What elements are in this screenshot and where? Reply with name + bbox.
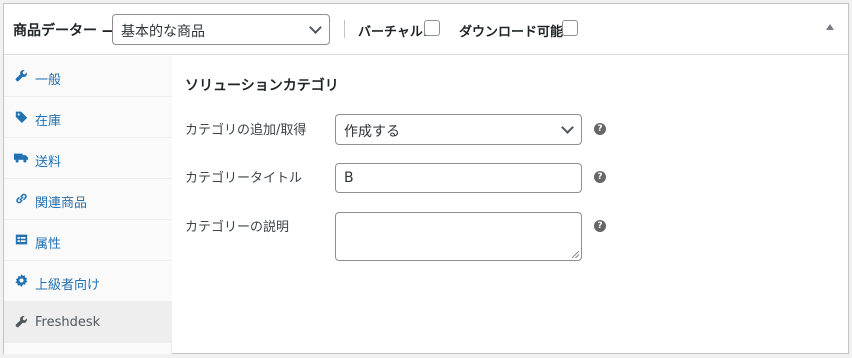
tab-freshdesk[interactable]: Freshdesk <box>4 302 172 343</box>
help-icon[interactable]: ? <box>594 123 606 135</box>
tab-label: 送料 <box>35 155 62 170</box>
tab-shipping[interactable]: 送料 <box>4 138 172 179</box>
panel-title: 商品データー — <box>13 23 116 39</box>
link-icon <box>14 192 28 206</box>
help-icon[interactable]: ? <box>594 171 606 183</box>
virtual-label: バーチャル: <box>358 25 429 40</box>
tab-label: 関連商品 <box>35 196 88 211</box>
truck-icon <box>14 151 28 165</box>
chevron-down-icon <box>561 120 574 134</box>
chevron-down-icon <box>309 20 322 34</box>
category-desc-textarea[interactable] <box>335 212 582 261</box>
virtual-checkbox[interactable] <box>424 20 440 36</box>
section-title: ソリューションカテゴリ <box>185 78 339 94</box>
tab-general[interactable]: 一般 <box>4 56 172 97</box>
tab-label: 一般 <box>35 73 62 88</box>
category-title-input[interactable]: B <box>335 163 582 193</box>
product-data-panel: 商品データー — 基本的な商品 バーチャル: ダウンロード可能: 一般 在庫 送… <box>3 3 849 354</box>
tab-attributes[interactable]: 属性 <box>4 220 172 261</box>
downloadable-label: ダウンロード可能: <box>459 25 569 40</box>
product-data-tabs: 一般 在庫 送料 関連商品 属性 上級者向け Freshdesk <box>4 56 172 354</box>
category-add-select[interactable]: 作成する <box>335 114 582 145</box>
category-desc-label: カテゴリーの説明 <box>185 220 290 235</box>
product-type-value: 基本的な商品 <box>121 24 205 40</box>
tab-label: 上級者向け <box>35 278 101 293</box>
header-divider <box>344 20 345 38</box>
wrench-icon <box>14 315 28 329</box>
wrench-icon <box>14 69 28 83</box>
tag-icon <box>14 110 28 124</box>
category-add-value: 作成する <box>344 124 400 140</box>
tab-inventory[interactable]: 在庫 <box>4 97 172 138</box>
tab-label: 在庫 <box>35 114 62 129</box>
panel-header: 商品データー — 基本的な商品 バーチャル: ダウンロード可能: <box>4 4 848 55</box>
downloadable-checkbox[interactable] <box>562 20 578 36</box>
tab-advanced[interactable]: 上級者向け <box>4 261 172 302</box>
product-type-select[interactable]: 基本的な商品 <box>112 14 330 45</box>
category-title-value: B <box>344 170 354 186</box>
collapse-toggle-icon[interactable] <box>826 24 834 30</box>
tab-linked-products[interactable]: 関連商品 <box>4 179 172 220</box>
category-title-label: カテゴリータイトル <box>185 171 303 186</box>
tab-label: Freshdesk <box>35 315 101 330</box>
resize-handle-icon[interactable] <box>572 251 579 258</box>
category-add-label: カテゴリの追加/取得 <box>185 123 307 138</box>
list-icon <box>14 233 28 247</box>
help-icon[interactable]: ? <box>594 220 606 232</box>
tab-label: 属性 <box>35 237 62 252</box>
gear-icon <box>14 274 28 288</box>
